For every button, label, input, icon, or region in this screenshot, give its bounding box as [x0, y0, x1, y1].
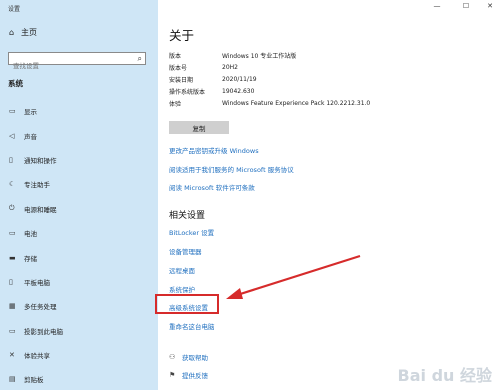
annotation-arrow-icon — [226, 254, 361, 299]
watermark-logo: Bai du 经验 — [397, 366, 492, 385]
settings-window: 设置 ⌂ 主页 ⌕ 系统 ▭显示 ◁声音 ▯通知和操作 ☾专注助手 ⏻电源和睡眠… — [0, 0, 500, 390]
